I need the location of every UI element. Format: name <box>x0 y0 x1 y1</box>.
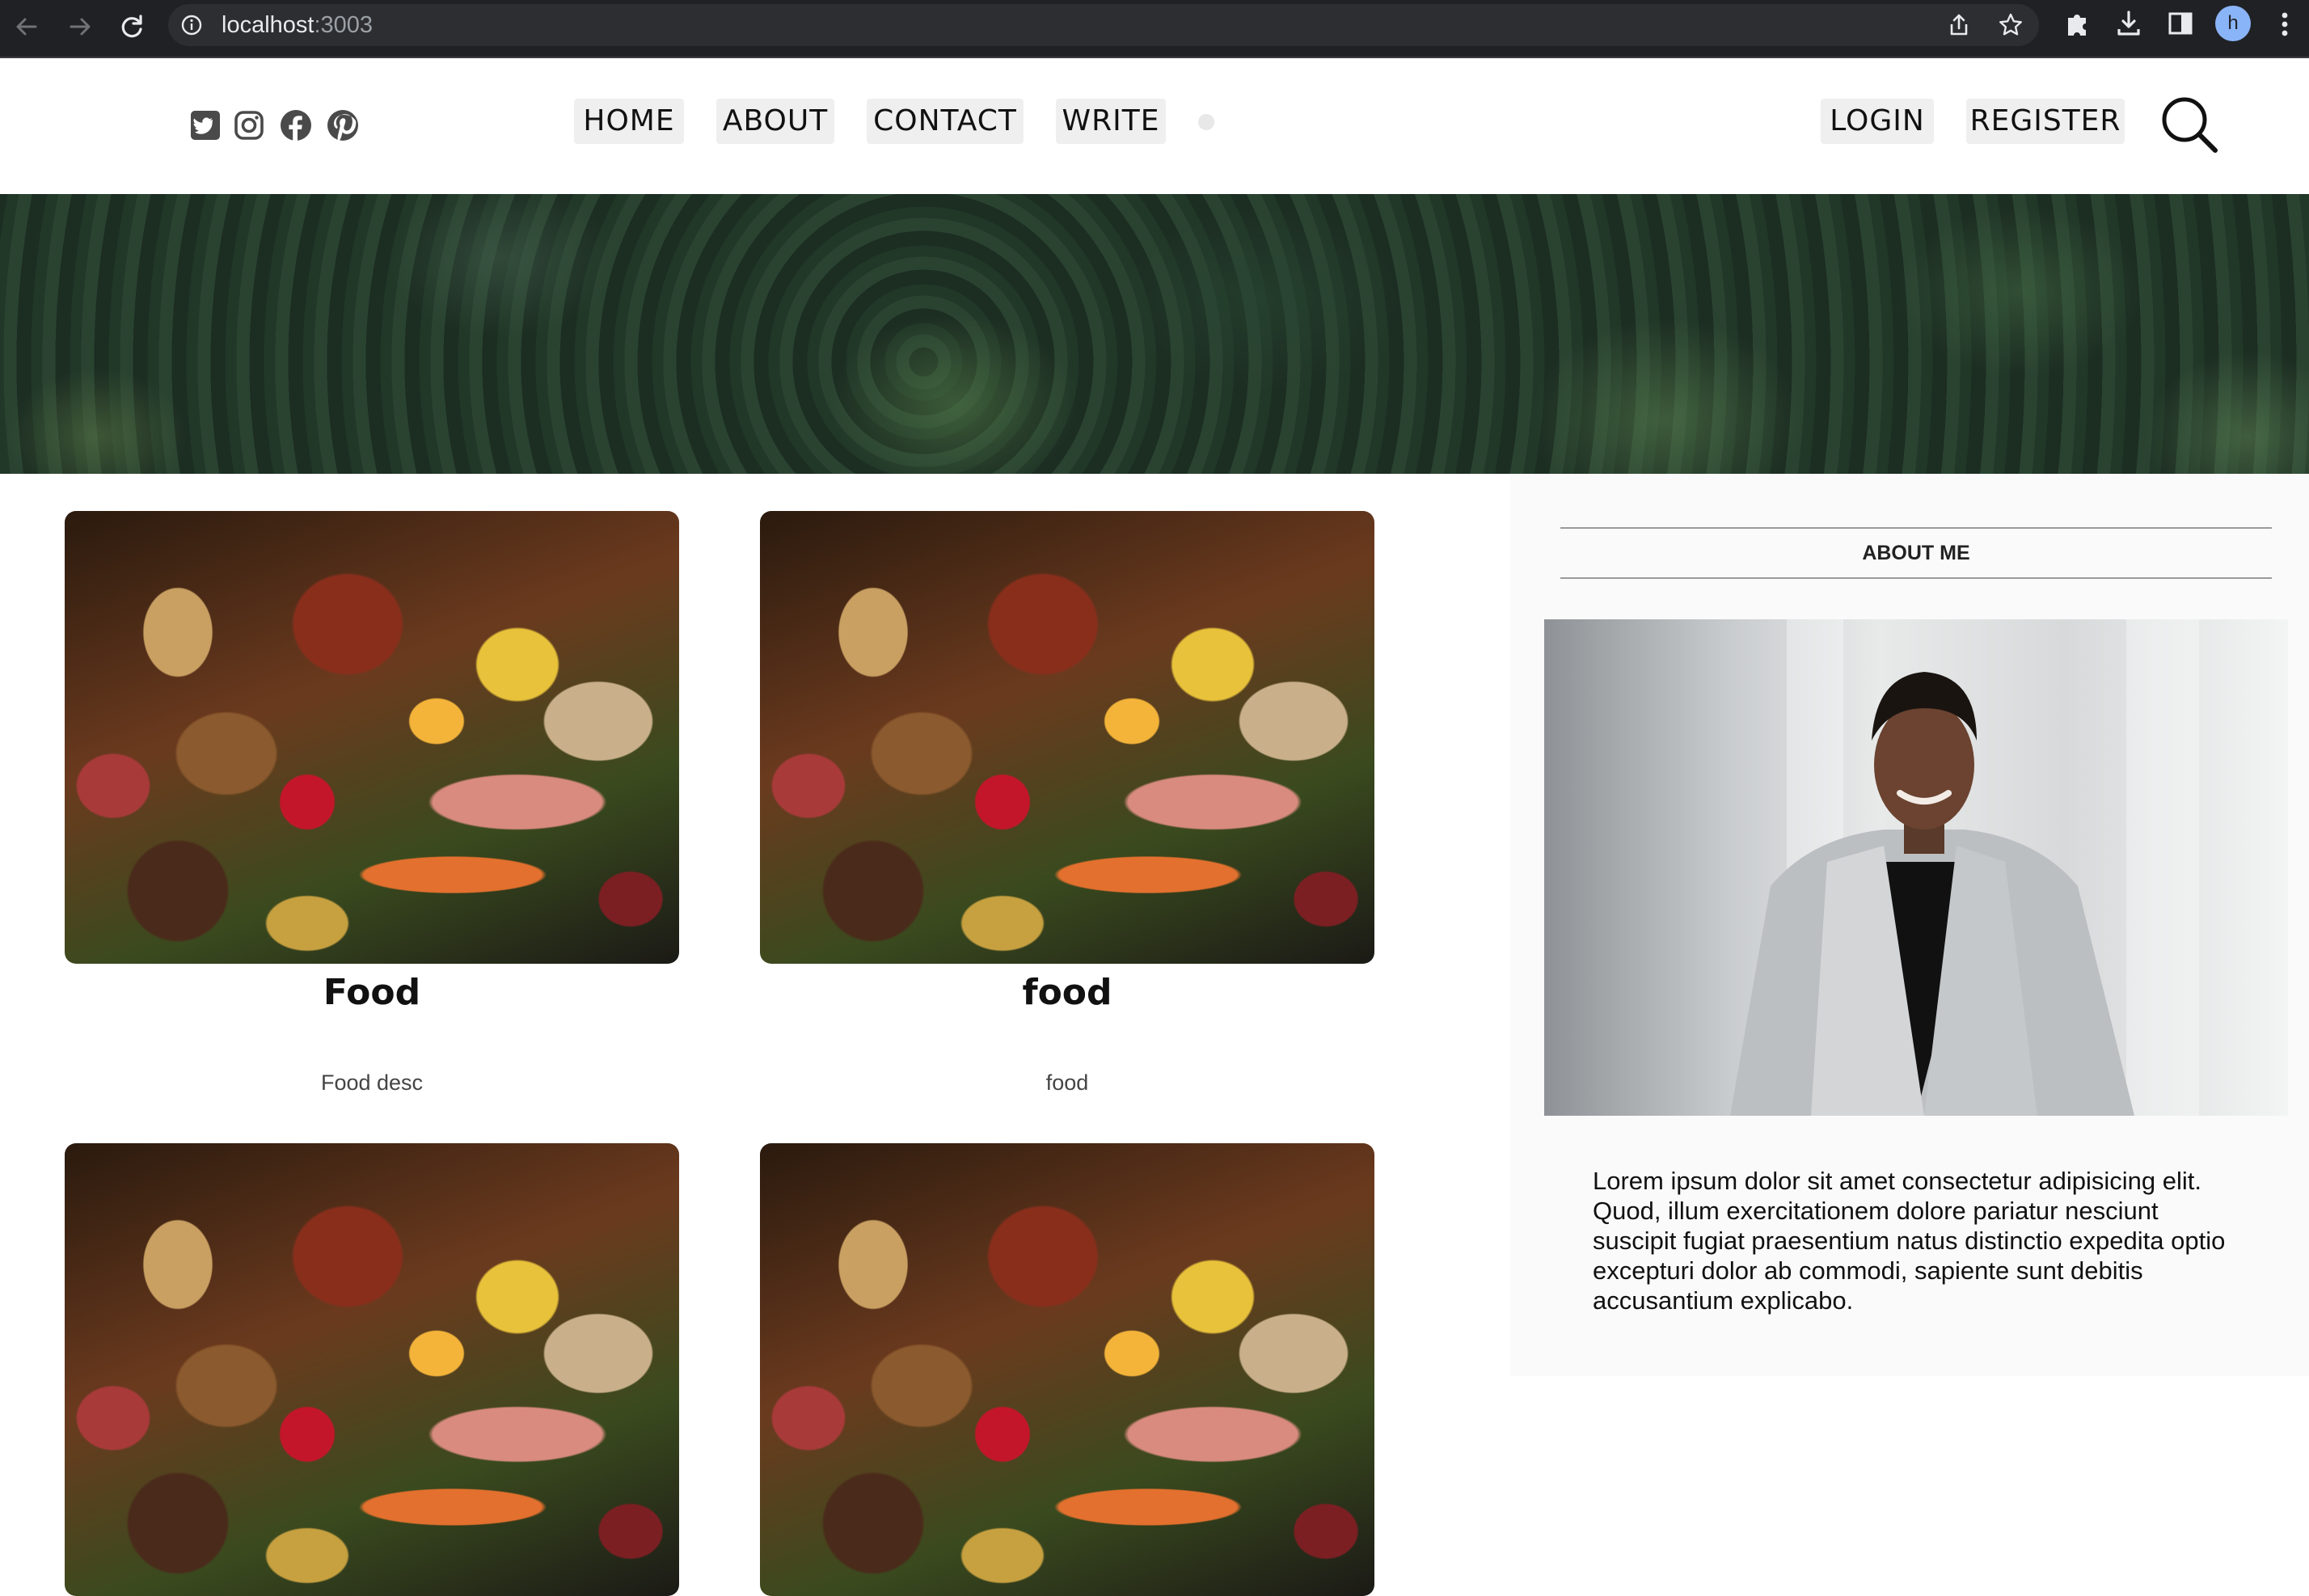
sidebar: ABOUT ME Lorem ipsum dolor sit amet cons… <box>1510 474 2309 1376</box>
site-info-icon[interactable] <box>179 13 204 37</box>
sidebar-title: ABOUT ME <box>1862 542 1970 564</box>
back-icon[interactable] <box>6 6 47 47</box>
search-icon[interactable] <box>2159 94 2220 155</box>
sidebar-divider <box>1560 577 2272 579</box>
nav-contact-link[interactable]: CONTACT <box>867 99 1024 144</box>
profile-photo <box>1544 619 2288 1116</box>
browser-menu-icon[interactable] <box>2275 8 2294 40</box>
download-icon[interactable] <box>2113 8 2144 39</box>
pinterest-icon[interactable] <box>325 108 361 143</box>
login-link[interactable]: LOGIN <box>1821 99 1934 144</box>
post-image[interactable] <box>65 1143 679 1596</box>
twitter-icon[interactable] <box>188 108 223 143</box>
nav-home-link[interactable]: HOME <box>574 99 684 144</box>
share-icon[interactable] <box>1945 11 1973 39</box>
post-image[interactable] <box>760 1143 1374 1596</box>
reload-icon[interactable] <box>112 6 152 47</box>
url-text: localhost:3003 <box>222 12 374 38</box>
post-image[interactable] <box>760 511 1374 964</box>
forward-icon[interactable] <box>60 6 100 47</box>
profile-avatar[interactable]: h <box>2215 6 2251 41</box>
person-figure <box>1730 672 2134 1116</box>
post-title[interactable]: food <box>760 969 1374 1017</box>
bookmark-star-icon[interactable] <box>1997 11 2024 39</box>
post-description: Food desc <box>320 1070 424 1095</box>
post-description: food <box>1045 1070 1089 1095</box>
sidebar-divider <box>1560 527 2272 529</box>
address-bar[interactable]: localhost:3003 <box>168 4 2039 46</box>
side-panel-icon[interactable] <box>2165 8 2196 39</box>
instagram-icon[interactable] <box>231 108 267 143</box>
sidebar-about-text: Lorem ipsum dolor sit amet consectetur a… <box>1593 1167 2226 1315</box>
facebook-icon[interactable] <box>278 108 314 143</box>
post-image[interactable] <box>65 511 679 964</box>
extensions-icon[interactable] <box>2062 8 2092 39</box>
register-link[interactable]: REGISTER <box>1966 99 2125 144</box>
browser-toolbar: localhost:3003 h <box>0 0 2309 58</box>
post-title[interactable]: Food <box>65 969 679 1017</box>
hero-forest-image <box>0 194 2309 474</box>
nav-indicator-dot <box>1198 114 1214 130</box>
nav-about-link[interactable]: ABOUT <box>716 99 834 144</box>
nav-write-link[interactable]: WRITE <box>1056 99 1166 144</box>
